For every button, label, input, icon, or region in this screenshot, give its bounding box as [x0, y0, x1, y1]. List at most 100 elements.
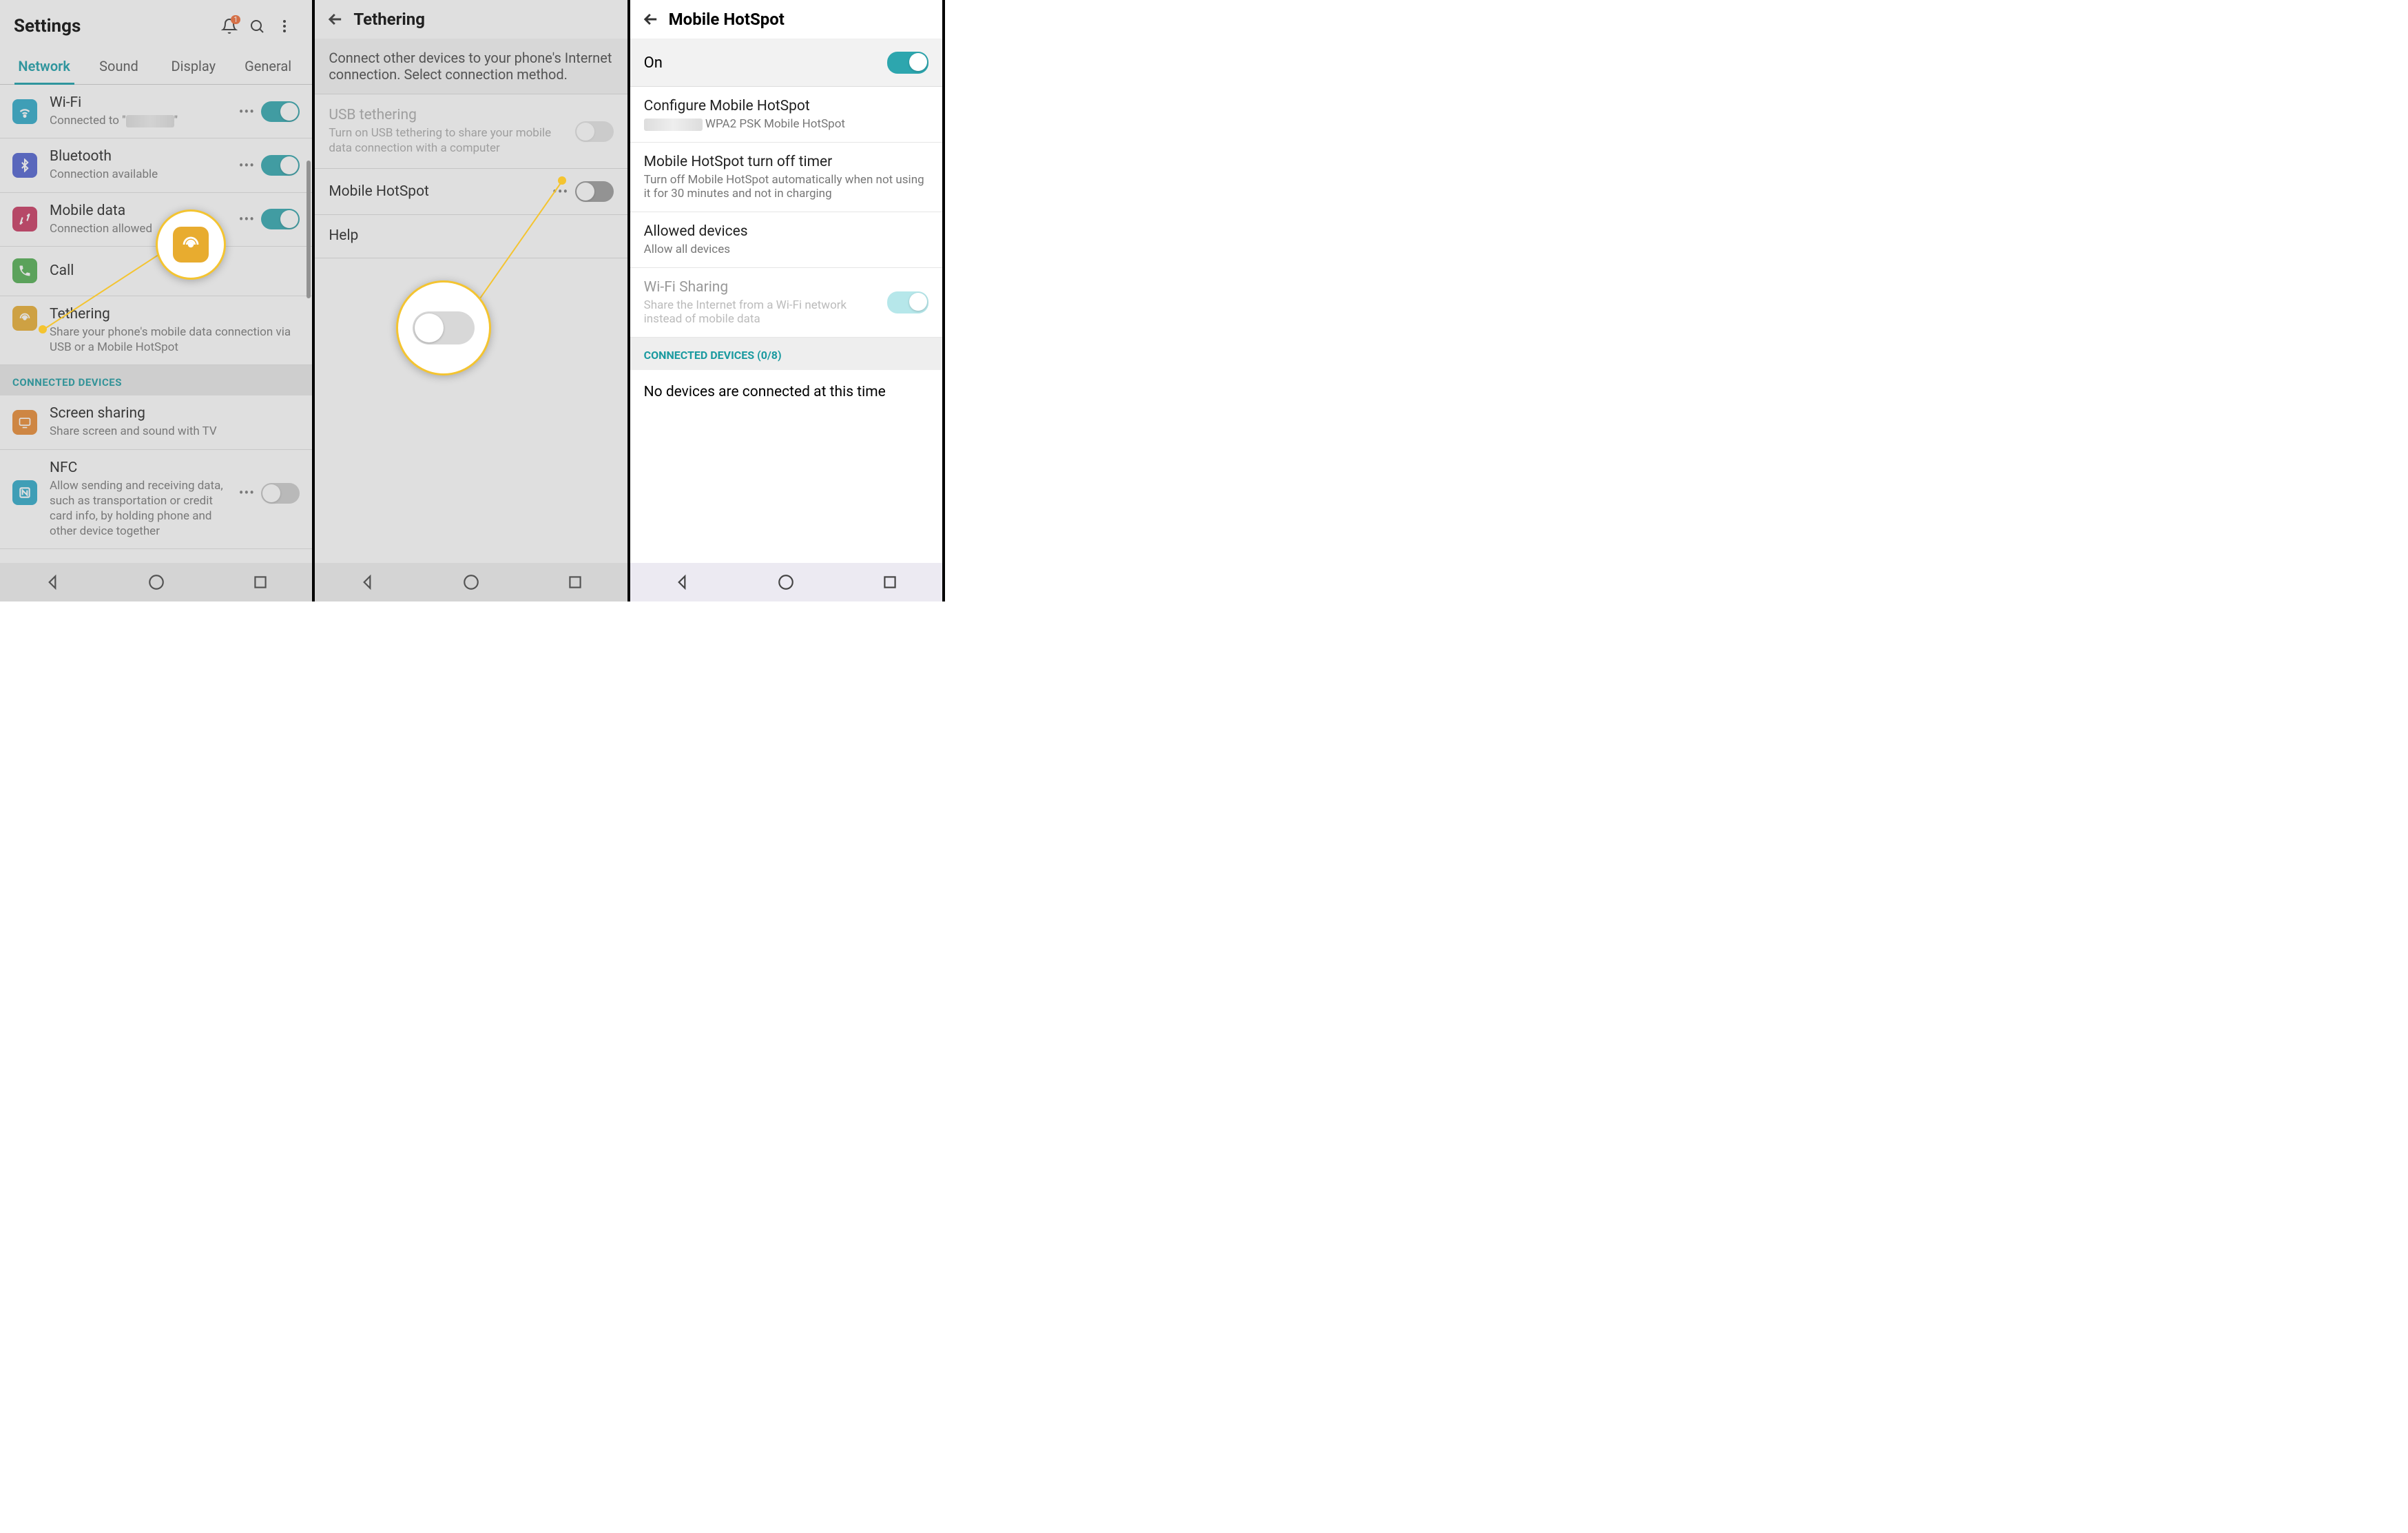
mobile-hotspot-more[interactable]: ••• — [550, 183, 571, 200]
hotspot-top-bar: Mobile HotSpot — [630, 0, 942, 39]
nav-bar — [630, 563, 942, 601]
tethering-title: Tethering — [353, 10, 425, 29]
screen-sharing-label: Screen sharing — [50, 405, 300, 422]
nav-back-icon[interactable] — [43, 573, 61, 591]
wifi-sharing-label: Wi-Fi Sharing — [644, 279, 880, 296]
back-button[interactable] — [641, 10, 661, 29]
overflow-menu-button[interactable] — [271, 12, 298, 40]
nav-back-icon[interactable] — [673, 573, 691, 591]
nav-home-icon[interactable] — [777, 573, 795, 591]
nfc-label: NFC — [50, 460, 236, 477]
back-button[interactable] — [326, 10, 345, 29]
notifications-button[interactable]: 1 — [216, 12, 243, 40]
bluetooth-more[interactable]: ••• — [236, 157, 257, 174]
tethering-icon — [12, 306, 37, 331]
allowed-devices-sub: Allow all devices — [644, 243, 928, 256]
usb-tethering-row: USB tethering Turn on USB tethering to s… — [315, 94, 627, 169]
screen-sharing-icon — [12, 410, 37, 435]
tab-sound[interactable]: Sound — [81, 48, 156, 84]
wifi-status: Connected to "" — [50, 113, 236, 128]
wifi-row[interactable]: Wi-Fi Connected to "" ••• — [0, 85, 312, 138]
wifi-icon — [12, 99, 37, 124]
connected-devices-header: CONNECTED DEVICES — [0, 365, 312, 395]
wifi-more[interactable]: ••• — [236, 103, 257, 120]
mobile-data-more[interactable]: ••• — [236, 211, 257, 227]
nfc-toggle[interactable] — [261, 483, 300, 504]
nav-recents-icon[interactable] — [251, 573, 269, 591]
scrollbar-thumb[interactable] — [307, 161, 311, 298]
configure-hotspot-sub: WPA2 PSK Mobile HotSpot — [644, 117, 928, 131]
mobile-data-icon — [12, 207, 37, 232]
mobile-data-status: Connection allowed — [50, 221, 236, 236]
settings-panel: Settings 1 Network Sound Display General… — [0, 0, 315, 601]
hotspot-timer-sub: Turn off Mobile HotSpot automatically wh… — [644, 173, 928, 200]
nav-recents-icon[interactable] — [566, 573, 584, 591]
help-row[interactable]: Help — [315, 215, 627, 258]
nav-bar — [0, 563, 312, 601]
wifi-toggle[interactable] — [261, 101, 300, 122]
bluetooth-label: Bluetooth — [50, 148, 236, 165]
hotspot-timer-row[interactable]: Mobile HotSpot turn off timer Turn off M… — [630, 143, 942, 212]
connected-devices-header: CONNECTED DEVICES (0/8) — [630, 338, 942, 370]
hotspot-on-toggle[interactable] — [887, 52, 928, 74]
help-label: Help — [329, 227, 613, 245]
nav-bar — [315, 563, 627, 601]
bluetooth-toggle[interactable] — [261, 155, 300, 176]
search-icon — [249, 18, 265, 34]
mobile-data-label: Mobile data — [50, 203, 236, 220]
mobile-hotspot-panel: Mobile HotSpot On Configure Mobile HotSp… — [630, 0, 945, 601]
mobile-hotspot-label: Mobile HotSpot — [329, 183, 550, 200]
wifi-sharing-sub: Share the Internet from a Wi-Fi network … — [644, 298, 880, 326]
mobile-data-row[interactable]: Mobile data Connection allowed ••• — [0, 193, 312, 247]
allowed-devices-label: Allowed devices — [644, 223, 928, 240]
nfc-icon — [12, 480, 37, 505]
mobile-hotspot-toggle[interactable] — [575, 181, 614, 202]
nav-recents-icon[interactable] — [881, 573, 899, 591]
tethering-row[interactable]: Tethering Share your phone's mobile data… — [0, 296, 312, 365]
nfc-row[interactable]: NFC Allow sending and receiving data, su… — [0, 450, 312, 550]
call-row[interactable]: Call — [0, 247, 312, 296]
tethering-top-bar: Tethering — [315, 0, 627, 39]
search-button[interactable] — [243, 12, 271, 40]
tethering-sub: Share your phone's mobile data connectio… — [50, 325, 300, 355]
usb-tethering-label: USB tethering — [329, 107, 574, 124]
bluetooth-row[interactable]: Bluetooth Connection available ••• — [0, 138, 312, 192]
screen-sharing-sub: Share screen and sound with TV — [50, 424, 300, 439]
settings-tabs: Network Sound Display General — [0, 48, 312, 85]
configure-hotspot-row[interactable]: Configure Mobile HotSpot WPA2 PSK Mobile… — [630, 87, 942, 143]
usb-tethering-sub: Turn on USB tethering to share your mobi… — [329, 125, 574, 156]
bluetooth-status: Connection available — [50, 167, 236, 182]
hotspot-timer-label: Mobile HotSpot turn off timer — [644, 154, 928, 170]
screen-sharing-row[interactable]: Screen sharing Share screen and sound wi… — [0, 395, 312, 449]
settings-top-bar: Settings 1 — [0, 0, 312, 48]
call-label: Call — [50, 263, 300, 280]
bluetooth-icon — [12, 153, 37, 178]
wifi-label: Wi-Fi — [50, 94, 236, 112]
wifi-sharing-toggle — [887, 291, 928, 313]
nav-back-icon[interactable] — [358, 573, 376, 591]
hotspot-title: Mobile HotSpot — [669, 10, 785, 29]
settings-title: Settings — [14, 16, 216, 37]
mobile-data-toggle[interactable] — [261, 209, 300, 229]
nfc-more[interactable]: ••• — [236, 484, 257, 501]
call-icon — [12, 258, 37, 283]
tab-display[interactable]: Display — [156, 48, 231, 84]
tethering-description: Connect other devices to your phone's In… — [315, 39, 627, 94]
hotspot-on-label: On — [644, 54, 887, 72]
usb-tethering-toggle — [575, 121, 614, 142]
no-devices-message: No devices are connected at this time — [630, 370, 942, 414]
hotspot-on-row[interactable]: On — [630, 39, 942, 87]
nav-home-icon[interactable] — [147, 573, 165, 591]
tethering-label: Tethering — [50, 306, 300, 323]
notification-badge: 1 — [231, 15, 240, 24]
tab-network[interactable]: Network — [7, 48, 81, 84]
allowed-devices-row[interactable]: Allowed devices Allow all devices — [630, 212, 942, 268]
nav-home-icon[interactable] — [462, 573, 480, 591]
tab-general[interactable]: General — [231, 48, 305, 84]
tethering-panel: Tethering Connect other devices to your … — [315, 0, 630, 601]
mobile-hotspot-row[interactable]: Mobile HotSpot ••• — [315, 169, 627, 215]
configure-hotspot-label: Configure Mobile HotSpot — [644, 98, 928, 114]
wifi-sharing-row: Wi-Fi Sharing Share the Internet from a … — [630, 268, 942, 338]
nfc-sub: Allow sending and receiving data, such a… — [50, 478, 236, 539]
dots-vertical-icon — [276, 18, 293, 34]
